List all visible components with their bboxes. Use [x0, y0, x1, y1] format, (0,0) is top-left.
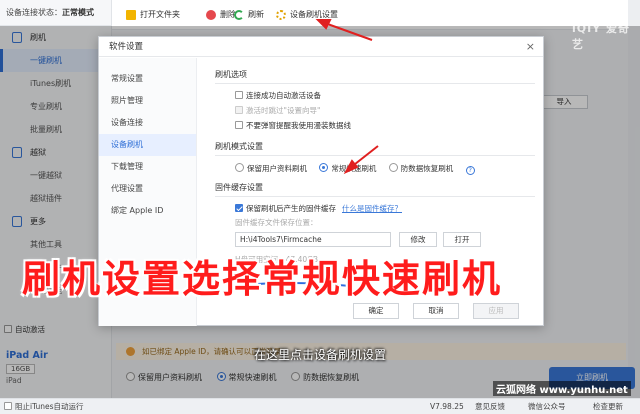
- video-subtitle: 在这里点击设备刷机设置: [253, 348, 386, 362]
- site-watermark: 云狐网络 www.yunhu.net: [493, 381, 631, 396]
- arrow-to-settings: [315, 19, 373, 41]
- video-logo: iQIY 爱奇艺: [572, 22, 631, 51]
- arrow-to-quick-flash: [343, 145, 379, 175]
- overlay-caption: 刷机设置选择常规快速刷机: [22, 256, 503, 301]
